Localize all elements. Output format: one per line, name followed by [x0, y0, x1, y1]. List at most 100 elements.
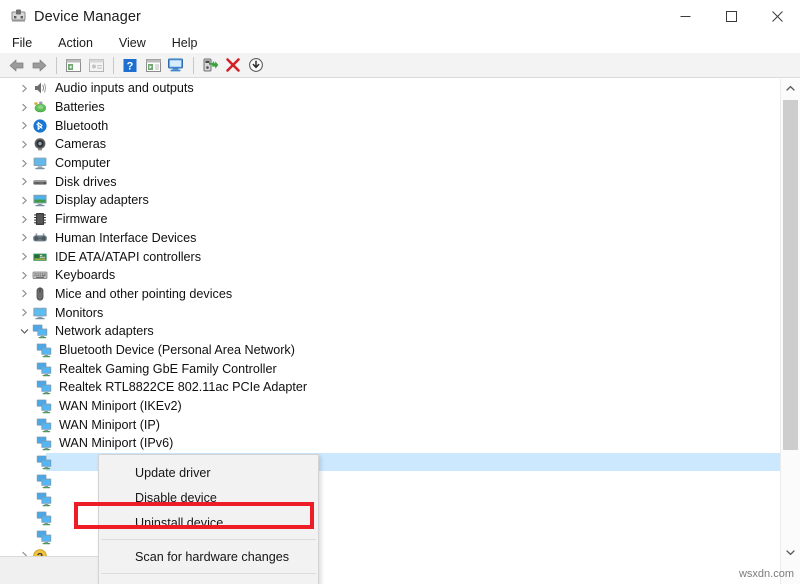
- context-menu-item[interactable]: Update driver: [99, 460, 318, 485]
- chevron-right-icon[interactable]: [17, 159, 32, 168]
- chevron-right-icon[interactable]: [17, 215, 32, 224]
- tree-item-label: WAN Miniport (IPv6): [59, 436, 173, 450]
- chevron-right-icon[interactable]: [17, 233, 32, 242]
- uninstall-device-icon[interactable]: [222, 54, 244, 76]
- chevron-right-icon[interactable]: [17, 196, 32, 205]
- chevron-right-icon[interactable]: [17, 271, 32, 280]
- menu-item-action[interactable]: Action: [55, 35, 96, 51]
- chevron-right-icon[interactable]: [17, 103, 32, 112]
- camera-icon: [32, 136, 48, 152]
- tree-item[interactable]: Computer: [0, 154, 780, 173]
- menu-item-help[interactable]: Help: [169, 35, 201, 51]
- tree-item[interactable]: Monitors: [0, 303, 780, 322]
- tree-item[interactable]: Network adapters: [0, 322, 780, 341]
- minimize-button[interactable]: [662, 0, 708, 33]
- tree-item[interactable]: Disk drives: [0, 172, 780, 191]
- tree-item-label: WAN Miniport (IKEv2): [59, 399, 182, 413]
- tree-item[interactable]: Display adapters: [0, 191, 780, 210]
- tree-item[interactable]: Keyboards: [0, 266, 780, 285]
- context-menu-item[interactable]: Scan for hardware changes: [99, 544, 318, 569]
- tree-item-label: Realtek Gaming GbE Family Controller: [59, 362, 277, 376]
- tree-item-label: Cameras: [55, 137, 106, 151]
- tree-item[interactable]: Bluetooth Device (Personal Area Network): [0, 341, 780, 360]
- menu-item-view[interactable]: View: [116, 35, 149, 51]
- chevron-down-icon[interactable]: [17, 327, 32, 336]
- toolbar-separator: [193, 57, 194, 74]
- tree-item-label: WAN Miniport (IP): [59, 418, 160, 432]
- context-menu-item[interactable]: Disable device: [99, 485, 318, 510]
- help-icon[interactable]: ?: [119, 54, 141, 76]
- toolbar-separator: [113, 57, 114, 74]
- network-adapter-icon: [36, 491, 52, 507]
- disable-device-icon[interactable]: [245, 54, 267, 76]
- computer-icon: [32, 155, 48, 171]
- network-adapter-icon: [36, 529, 52, 545]
- menu-item-file[interactable]: File: [9, 35, 35, 51]
- chevron-down-icon[interactable]: [781, 543, 800, 562]
- context-menu-separator: [101, 539, 316, 540]
- tree-item-label: Display adapters: [55, 193, 149, 207]
- scan-for-hardware-changes-icon[interactable]: [165, 54, 187, 76]
- back-icon[interactable]: [5, 54, 27, 76]
- display-adapter-icon: [32, 192, 48, 208]
- tree-item[interactable]: Firmware: [0, 210, 780, 229]
- chevron-right-icon[interactable]: [17, 177, 32, 186]
- forward-icon[interactable]: [28, 54, 50, 76]
- tree-item-label: Human Interface Devices: [55, 231, 196, 245]
- chevron-right-icon[interactable]: [17, 121, 32, 130]
- tree-item[interactable]: Batteries: [0, 98, 780, 117]
- tree-item[interactable]: Cameras: [0, 135, 780, 154]
- mouse-icon: [32, 286, 48, 302]
- tree-item-label: Disk drives: [55, 175, 117, 189]
- tree-item[interactable]: Human Interface Devices: [0, 229, 780, 248]
- chevron-right-icon[interactable]: [17, 140, 32, 149]
- tree-item[interactable]: Realtek Gaming GbE Family Controller: [0, 359, 780, 378]
- network-adapter-icon: [36, 361, 52, 377]
- hid-icon: [32, 230, 48, 246]
- network-adapter-icon: [36, 342, 52, 358]
- tree-item[interactable]: Bluetooth: [0, 116, 780, 135]
- scrollbar-thumb[interactable]: [783, 100, 798, 450]
- battery-icon: [32, 99, 48, 115]
- show-hide-action-pane-icon[interactable]: [142, 54, 164, 76]
- show-hide-console-tree-icon[interactable]: [62, 54, 84, 76]
- context-menu[interactable]: Update driverDisable deviceUninstall dev…: [98, 454, 319, 584]
- context-menu-item[interactable]: Uninstall device: [99, 510, 318, 535]
- chevron-right-icon[interactable]: [17, 308, 32, 317]
- tree-item-label: IDE ATA/ATAPI controllers: [55, 250, 201, 264]
- keyboard-icon: [32, 267, 48, 283]
- tree-item[interactable]: WAN Miniport (IKEv2): [0, 397, 780, 416]
- toolbar-separator: [56, 57, 57, 74]
- chevron-right-icon[interactable]: [17, 289, 32, 298]
- tree-item-label: Bluetooth Device (Personal Area Network): [59, 343, 295, 357]
- tree-item[interactable]: WAN Miniport (IPv6): [0, 434, 780, 453]
- tree-item[interactable]: Audio inputs and outputs: [0, 79, 780, 98]
- chevron-up-icon[interactable]: [781, 79, 800, 98]
- chevron-right-icon[interactable]: [17, 252, 32, 261]
- tree-item[interactable]: IDE ATA/ATAPI controllers: [0, 247, 780, 266]
- context-menu-item[interactable]: Properties: [99, 578, 318, 584]
- tree-item-label: Realtek RTL8822CE 802.11ac PCIe Adapter: [59, 380, 307, 394]
- vertical-scrollbar[interactable]: [780, 79, 800, 584]
- network-adapter-icon: [36, 417, 52, 433]
- properties-icon[interactable]: [85, 54, 107, 76]
- chevron-right-icon[interactable]: [17, 84, 32, 93]
- title-bar: Device Manager: [0, 0, 800, 33]
- bluetooth-icon: [32, 118, 48, 134]
- window-controls: [662, 0, 800, 33]
- network-adapter-icon: [32, 323, 48, 339]
- tree-item-label: Keyboards: [55, 268, 115, 282]
- tree-item[interactable]: Realtek RTL8822CE 802.11ac PCIe Adapter: [0, 378, 780, 397]
- maximize-button[interactable]: [708, 0, 754, 33]
- device-manager-window: Device Manager File Action View Help: [0, 0, 800, 584]
- update-driver-icon[interactable]: [199, 54, 221, 76]
- network-adapter-icon: [36, 398, 52, 414]
- svg-text:?: ?: [127, 60, 134, 72]
- tree-item[interactable]: Mice and other pointing devices: [0, 285, 780, 304]
- close-button[interactable]: [754, 0, 800, 33]
- tree-item-label: Firmware: [55, 212, 107, 226]
- tree-item[interactable]: WAN Miniport (IP): [0, 415, 780, 434]
- window-title: Device Manager: [34, 9, 141, 25]
- tree-item-label: Network adapters: [55, 324, 154, 338]
- device-manager-icon: [9, 8, 27, 26]
